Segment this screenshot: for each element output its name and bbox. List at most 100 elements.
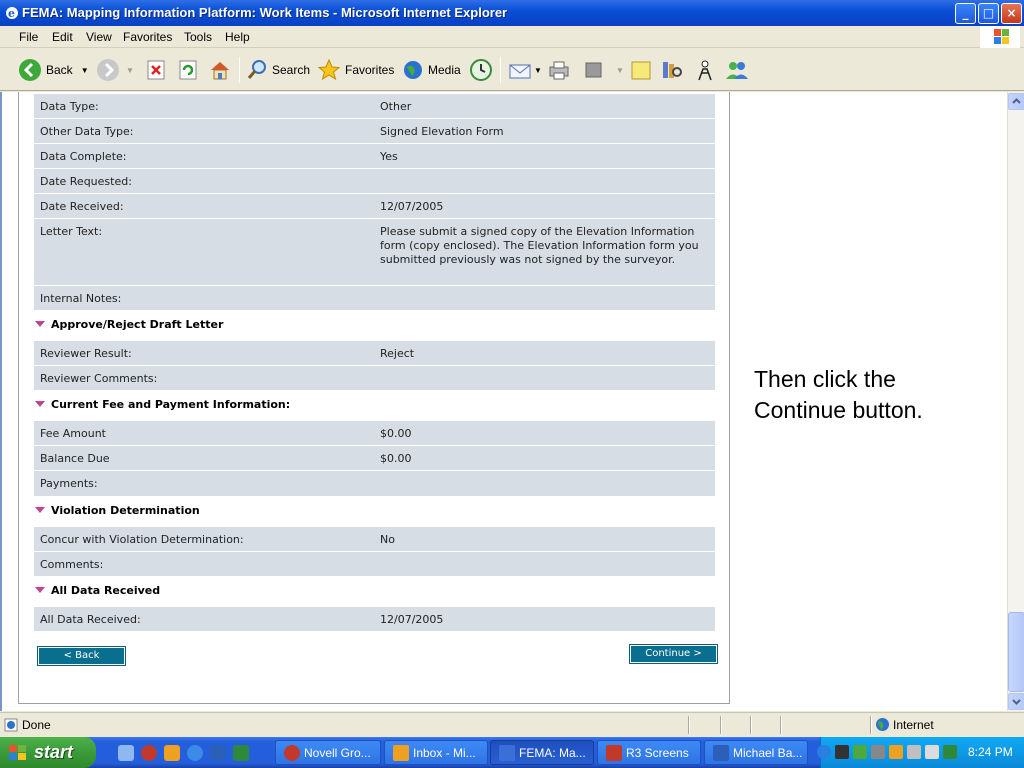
quicklaunch-desktop-icon[interactable]	[118, 745, 134, 761]
contacts-button[interactable]	[724, 55, 750, 85]
back-button[interactable]: Back ▼	[18, 55, 89, 85]
section-all-data-received[interactable]: All Data Received	[35, 584, 160, 597]
close-button[interactable]: ×	[1001, 3, 1022, 24]
forward-button[interactable]: ▼	[96, 55, 134, 85]
field-label: Fee Amount	[40, 427, 106, 440]
tray-antivirus-icon[interactable]	[943, 745, 957, 759]
section-fee-payment[interactable]: Current Fee and Payment Information:	[35, 398, 290, 411]
media-button[interactable]: Media	[402, 55, 461, 85]
section-title: Current Fee and Payment Information:	[51, 398, 291, 411]
menu-file[interactable]: File	[19, 30, 38, 44]
tray-network-icon[interactable]	[871, 745, 885, 759]
row-letter-text: Letter Text: Please submit a signed copy…	[34, 219, 715, 286]
taskbar-task-inbox[interactable]: Inbox - Mi...	[384, 740, 488, 765]
field-label: Date Requested:	[40, 175, 132, 188]
maximize-button[interactable]: □	[978, 3, 999, 24]
field-label: Other Data Type:	[40, 125, 134, 138]
taskbar-task-novell[interactable]: Novell Gro...	[275, 740, 381, 765]
continue-button[interactable]: Continue >	[629, 644, 718, 664]
quicklaunch-excel-icon[interactable]	[233, 745, 249, 761]
print-button[interactable]	[547, 55, 571, 85]
taskbar-task-r3-screens[interactable]: R3 Screens	[597, 740, 701, 765]
windows-logo-icon	[980, 26, 1020, 48]
menu-view[interactable]: View	[86, 30, 112, 44]
row-payments: Payments:	[34, 471, 715, 497]
taskbar-clock[interactable]: 8:24 PM	[968, 745, 1013, 759]
research-books-icon	[663, 62, 682, 78]
toolbar-separator	[500, 57, 501, 83]
history-button[interactable]	[469, 55, 493, 85]
minimize-button[interactable]: _	[955, 3, 976, 24]
taskbar-task-fema[interactable]: FEMA: Ma...	[490, 740, 594, 765]
printer-icon	[549, 61, 569, 80]
home-button[interactable]	[208, 55, 232, 85]
chevron-down-icon	[1012, 699, 1021, 705]
row-data-complete: Data Complete: Yes	[34, 144, 715, 169]
scroll-up-button[interactable]	[1008, 93, 1024, 110]
start-button[interactable]: start	[0, 737, 96, 768]
field-label: Data Complete:	[40, 150, 127, 163]
task-label: Inbox - Mi...	[413, 746, 476, 760]
menu-edit[interactable]: Edit	[52, 30, 73, 44]
stop-button[interactable]	[145, 55, 167, 85]
back-arrow-icon	[19, 59, 41, 81]
field-label: All Data Received:	[40, 613, 141, 626]
mail-button[interactable]: ▼	[508, 55, 542, 85]
status-divider	[750, 716, 752, 734]
taskbar-task-michael[interactable]: Michael Ba...	[704, 740, 808, 765]
row-fee-amount: Fee Amount $0.00	[34, 421, 715, 446]
tray-clock-app-icon[interactable]	[889, 745, 903, 759]
favorites-button[interactable]: Favorites	[317, 55, 394, 85]
tray-messenger-icon[interactable]	[835, 745, 849, 759]
tray-connection-icon[interactable]	[907, 745, 921, 759]
collapse-triangle-icon	[35, 401, 45, 407]
tray-expand-icon[interactable]	[817, 745, 831, 759]
quicklaunch-ie-icon[interactable]	[187, 745, 203, 761]
scroll-down-button[interactable]	[1008, 693, 1024, 710]
status-divider	[720, 716, 722, 734]
section-violation-determination[interactable]: Violation Determination	[35, 504, 200, 517]
back-label: Back	[46, 63, 73, 77]
stop-icon	[147, 60, 165, 80]
toolbar-separator	[239, 57, 240, 83]
instruction-note: Then click the Continue button.	[754, 366, 923, 423]
field-label: Payments:	[40, 477, 98, 490]
discuss-button[interactable]	[630, 55, 652, 85]
search-label: Search	[272, 63, 311, 77]
windows-flag-icon	[9, 745, 26, 760]
quicklaunch-outlook-icon[interactable]	[164, 745, 180, 761]
system-tray: 8:24 PM	[817, 737, 1024, 768]
vertical-scrollbar[interactable]	[1007, 92, 1024, 711]
contacts-people-icon	[726, 62, 748, 79]
tray-signal-icon[interactable]	[853, 745, 867, 759]
field-value: 12/07/2005	[380, 200, 444, 213]
task-label: Novell Gro...	[304, 746, 371, 760]
back-dropdown-icon[interactable]: ▼	[81, 66, 89, 75]
quicklaunch-novell-icon[interactable]	[141, 745, 157, 761]
back-form-button[interactable]: < Back	[37, 646, 126, 666]
scroll-thumb[interactable]	[1008, 612, 1024, 692]
research-button[interactable]	[660, 55, 684, 85]
edit-button[interactable]: ▼	[584, 55, 624, 85]
menu-tools[interactable]: Tools	[184, 30, 212, 44]
favorites-label: Favorites	[345, 63, 395, 77]
search-button[interactable]: Search	[246, 55, 310, 85]
toolbar: Back ▼ ▼ Search Favorites Media ▼ ▼	[0, 49, 1024, 91]
mail-dropdown-icon[interactable]: ▼	[534, 66, 542, 75]
page-viewport: Data Type: Other Other Data Type: Signed…	[0, 92, 1007, 711]
novell-icon	[284, 745, 300, 761]
section-approve-reject[interactable]: Approve/Reject Draft Letter	[35, 318, 223, 331]
tray-power-icon[interactable]	[925, 745, 939, 759]
forward-dropdown-icon[interactable]: ▼	[126, 66, 134, 75]
edit-dropdown-icon[interactable]: ▼	[616, 66, 624, 75]
quicklaunch-word-icon[interactable]	[210, 745, 226, 761]
menu-favorites[interactable]: Favorites	[123, 30, 172, 44]
home-icon	[211, 62, 229, 80]
section-title: All Data Received	[51, 584, 161, 597]
status-divider	[780, 716, 782, 734]
messenger-button[interactable]	[693, 55, 717, 85]
note-icon	[631, 61, 651, 80]
status-bar: Done Internet	[0, 712, 1024, 736]
menu-help[interactable]: Help	[225, 30, 250, 44]
refresh-button[interactable]	[177, 55, 199, 85]
